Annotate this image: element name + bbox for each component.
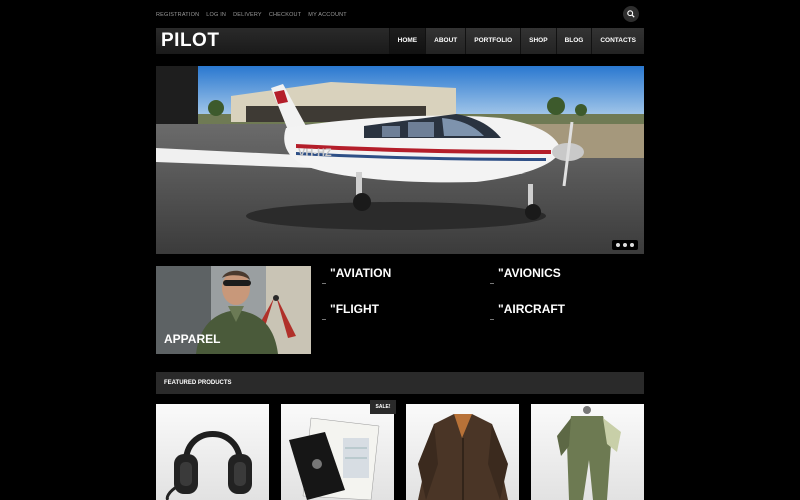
registration-link[interactable]: REGISTRATION [156,10,199,20]
kneeboard-image [289,417,380,500]
search-icon [627,10,635,18]
category-divider [322,283,326,284]
nav-blog[interactable]: BLOG [555,28,592,54]
checkout-link[interactable]: CHECKOUT [269,10,301,20]
apparel-label[interactable]: APPAREL [164,332,220,346]
delivery-link[interactable]: DELIVERY [233,10,262,20]
my-account-link[interactable]: MY ACCOUNT [308,10,347,20]
hero-slider[interactable]: VH-HZ [156,66,644,254]
nav-contacts[interactable]: CONTACTS [591,28,644,54]
plane-registration: VH-HZ [298,147,332,159]
category-aircraft[interactable]: "AIRCRAFT [498,302,565,316]
product-card-kneeboard[interactable] [281,404,394,500]
nav-home[interactable]: HOME [388,28,426,54]
login-link[interactable]: LOG IN [206,10,226,20]
nav-shop[interactable]: SHOP [520,28,556,54]
product-card-headset[interactable] [156,404,269,500]
headset-image [165,431,252,500]
category-flight[interactable]: "FLIGHT [330,302,379,316]
sale-badge: SALE! [370,400,396,414]
featured-products-title: FEATURED PRODUCTS [164,380,232,386]
slider-dot-3[interactable] [630,243,634,247]
hero-airplane-image: VH-HZ [156,66,644,254]
category-aviation[interactable]: "AVIATION [330,266,391,280]
category-avionics[interactable]: "AVIONICS [498,266,561,280]
category-divider [490,283,494,284]
leather-jacket-image [418,414,508,500]
product-card-jacket[interactable] [406,404,519,500]
nav-portfolio[interactable]: PORTFOLIO [465,28,521,54]
category-divider [490,319,494,320]
nav-about[interactable]: ABOUT [425,28,466,54]
category-divider [322,319,326,320]
flight-suit-image [557,406,621,500]
slider-pagination [612,240,638,250]
search-button[interactable] [623,6,639,22]
slider-dot-1[interactable] [616,243,620,247]
site-logo[interactable]: PILOT [161,30,219,52]
product-card-flight-suit[interactable] [531,404,644,500]
slider-dot-2[interactable] [623,243,627,247]
top-links: REGISTRATION LOG IN DELIVERY CHECKOUT MY… [156,10,347,20]
main-nav: HOME ABOUT PORTFOLIO SHOP BLOG CONTACTS [388,28,644,54]
